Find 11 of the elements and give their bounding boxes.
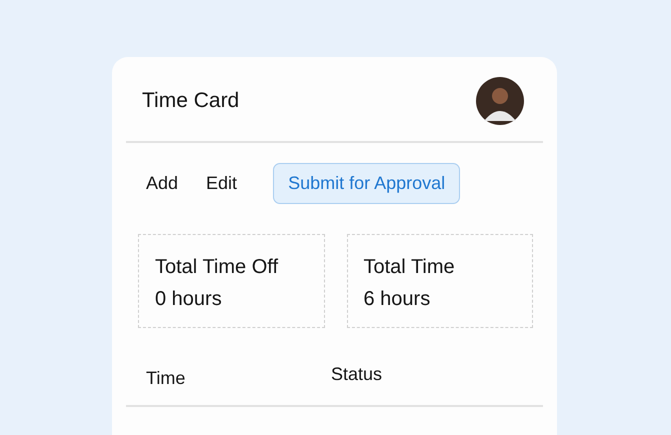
stat-value: 0 hours	[155, 287, 223, 312]
column-header: Time	[146, 367, 186, 389]
action-link[interactable]: Add	[140, 165, 184, 202]
avatar-icon	[476, 77, 524, 125]
stat-label: Total Time	[364, 255, 456, 280]
stat-label: Total Time Off	[155, 255, 280, 280]
card-title: Time Card	[142, 89, 240, 113]
column-header: Status	[331, 364, 382, 386]
stat-value: 6 hours	[364, 287, 432, 312]
action-link[interactable]: Edit	[200, 165, 244, 202]
submit-button[interactable]: Submit for Approval	[273, 163, 460, 204]
